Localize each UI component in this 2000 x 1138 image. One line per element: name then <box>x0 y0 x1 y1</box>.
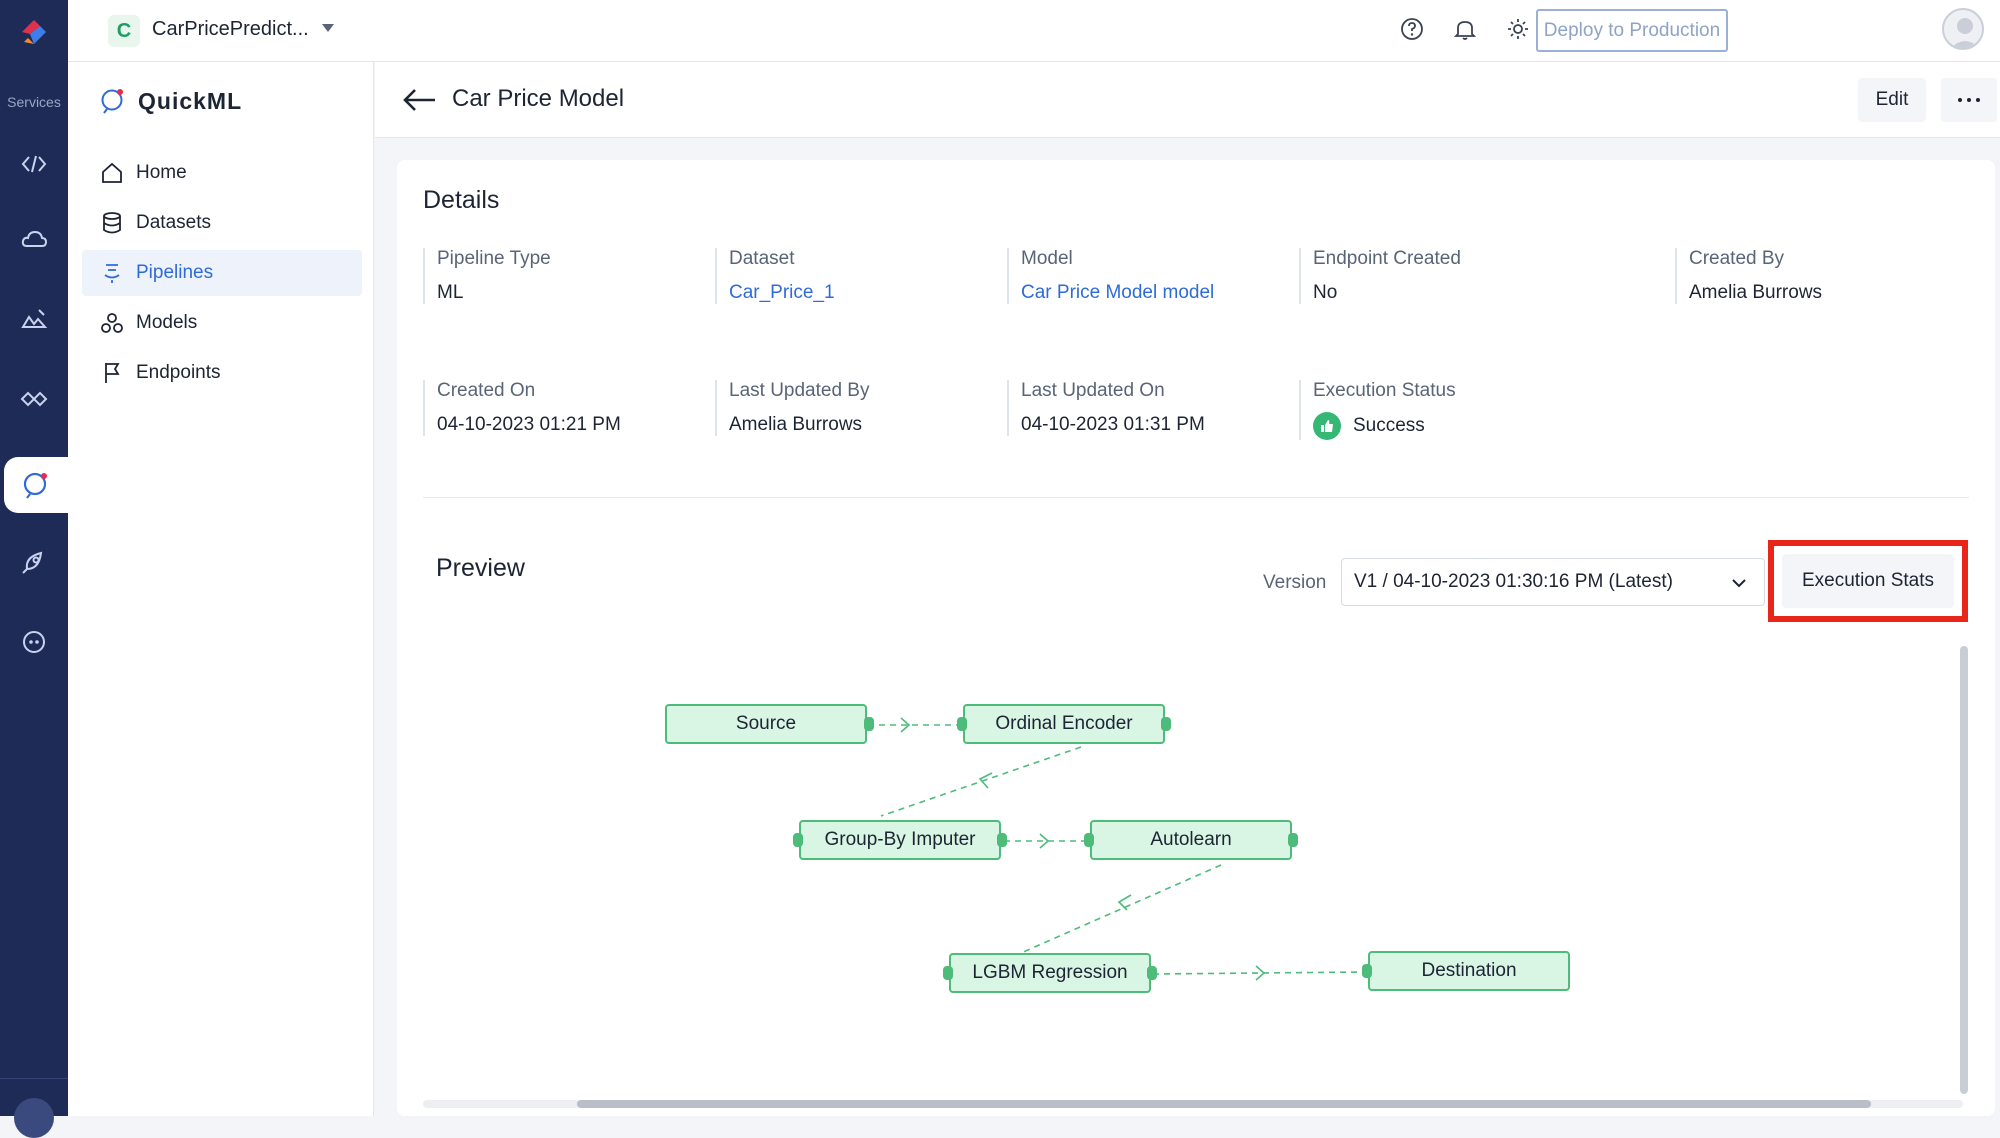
sidebar-item-label: Endpoints <box>136 362 221 383</box>
rail-divider <box>0 1078 68 1079</box>
catalyst-logo-icon[interactable] <box>14 12 54 52</box>
top-bar: C CarPricePredict... Deploy to Productio… <box>68 0 2000 62</box>
node-port[interactable] <box>997 833 1007 847</box>
sidebar-item-endpoints[interactable]: Endpoints <box>82 350 362 396</box>
node-port[interactable] <box>1161 717 1171 731</box>
page-header: Car Price Model Edit <box>375 62 2000 138</box>
database-icon <box>103 212 121 234</box>
user-avatar[interactable] <box>1942 8 1984 50</box>
horizontal-scrollbar[interactable] <box>577 1100 1871 1108</box>
sidebar-item-label: Models <box>136 312 198 333</box>
page-title: Car Price Model <box>452 85 625 112</box>
node-autolearn[interactable]: Autolearn <box>1090 820 1292 860</box>
sidebar-item-pipelines[interactable]: Pipelines <box>82 250 362 296</box>
back-arrow-icon[interactable] <box>401 86 437 119</box>
image-edit-icon[interactable] <box>12 298 56 342</box>
caret-down-icon[interactable] <box>322 24 334 32</box>
pipeline-icon <box>104 264 120 283</box>
code-brackets-icon[interactable] <box>12 142 56 186</box>
node-port[interactable] <box>957 717 967 731</box>
node-port[interactable] <box>1288 833 1298 847</box>
grid-icon[interactable] <box>14 1098 54 1138</box>
services-label: Services <box>7 94 61 110</box>
node-lgbm-regression[interactable]: LGBM Regression <box>949 953 1151 993</box>
services-rail: Services <box>0 0 68 1138</box>
quickml-brand: QuickML <box>98 86 242 116</box>
brand-name: QuickML <box>138 87 243 114</box>
node-source[interactable]: Source <box>665 704 867 744</box>
cloud-icon[interactable] <box>12 218 56 262</box>
sidebar-item-label: Datasets <box>136 212 211 233</box>
home-icon <box>102 162 122 183</box>
node-port[interactable] <box>793 833 803 847</box>
sidebar-item-home[interactable]: Home <box>82 150 362 196</box>
side-nav: QuickML Home Datasets Pipelines Models E… <box>68 62 374 1116</box>
deploy-to-production-button[interactable]: Deploy to Production <box>1536 9 1728 52</box>
details-card: Details Pipeline Type ML Dataset Car_Pri… <box>397 160 1995 1116</box>
chatbot-icon[interactable] <box>12 620 56 664</box>
sidebar-item-models[interactable]: Models <box>82 300 362 346</box>
node-group-by-imputer[interactable]: Group-By Imputer <box>799 820 1001 860</box>
dot <box>1976 98 1980 102</box>
dot <box>1958 98 1962 102</box>
node-port[interactable] <box>1084 833 1094 847</box>
sidebar-item-label: Pipelines <box>136 262 214 283</box>
edit-button[interactable]: Edit <box>1858 78 1926 122</box>
gear-icon[interactable] <box>1503 14 1533 44</box>
more-options-button[interactable] <box>1941 78 1997 122</box>
rocket-icon[interactable] <box>12 540 56 584</box>
quickml-icon[interactable] <box>4 457 68 513</box>
node-port[interactable] <box>943 966 953 980</box>
node-ordinal-encoder[interactable]: Ordinal Encoder <box>963 704 1165 744</box>
dot <box>1967 98 1971 102</box>
models-icon <box>101 313 123 333</box>
quickml-logo-icon <box>101 89 123 114</box>
project-name[interactable]: CarPricePredict... <box>152 18 309 41</box>
bell-icon[interactable] <box>1450 14 1480 44</box>
node-port[interactable] <box>1147 966 1157 980</box>
node-destination[interactable]: Destination <box>1368 951 1570 991</box>
help-icon[interactable] <box>1397 14 1427 44</box>
sidebar-item-datasets[interactable]: Datasets <box>82 200 362 246</box>
flag-icon <box>105 363 120 383</box>
project-initial-badge[interactable]: C <box>108 15 140 47</box>
sidebar-item-label: Home <box>136 162 187 183</box>
vertical-scrollbar[interactable] <box>1960 646 1968 1094</box>
pipeline-connectors <box>868 717 1367 981</box>
node-port[interactable] <box>864 717 874 731</box>
node-port[interactable] <box>1362 964 1372 978</box>
handshake-icon[interactable] <box>12 377 56 421</box>
